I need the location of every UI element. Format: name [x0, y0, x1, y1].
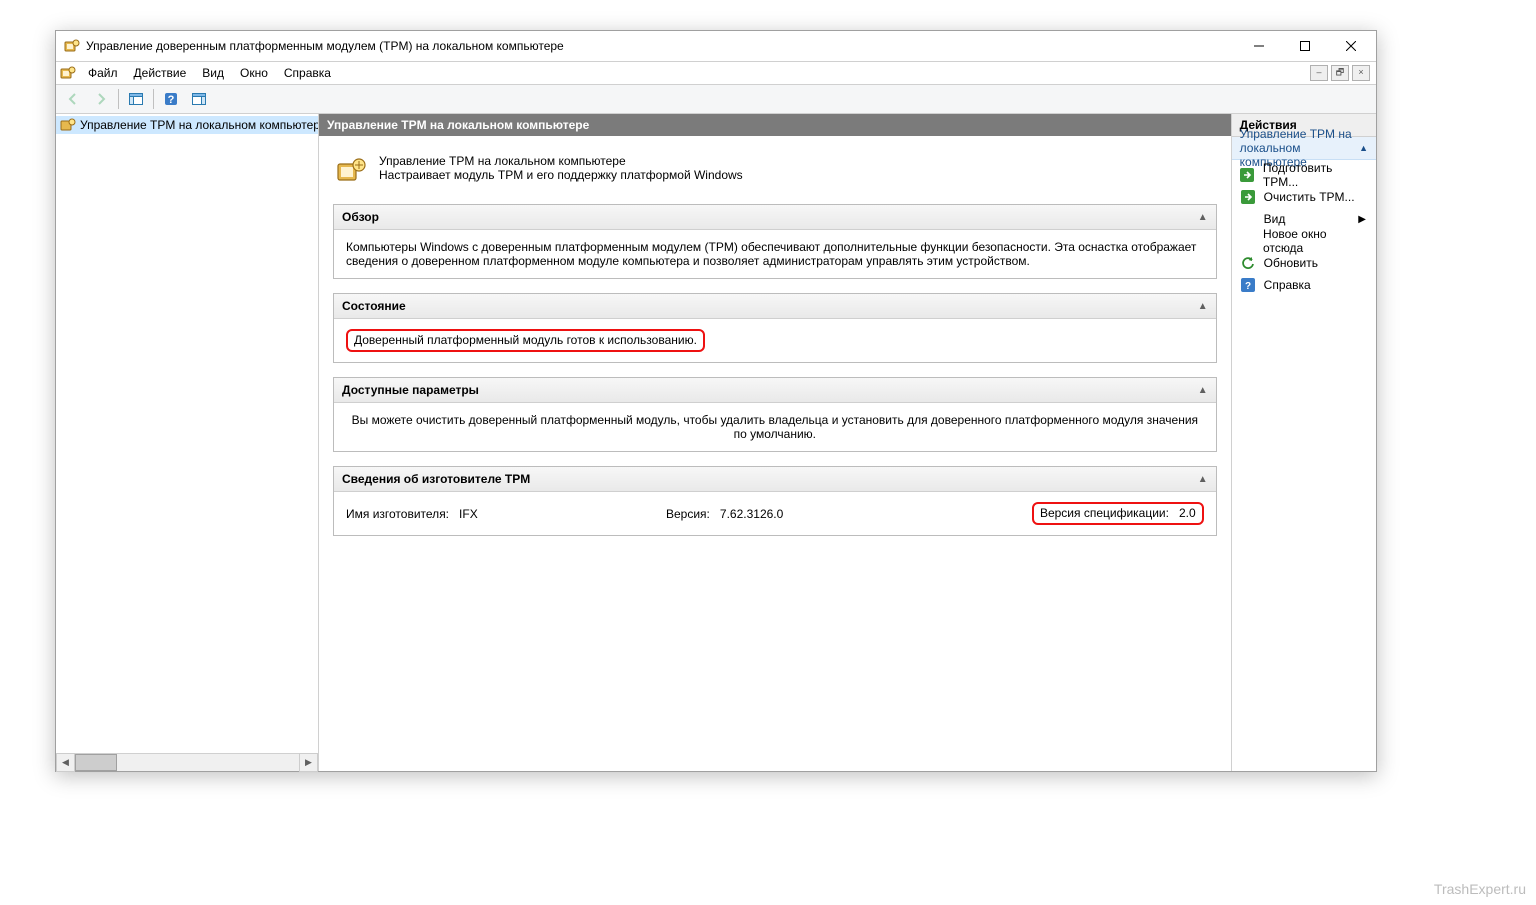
mdi-close-button[interactable]: × [1352, 65, 1370, 81]
overview-text: Компьютеры Windows с доверенным платформ… [346, 240, 1196, 268]
chevron-up-icon: ▲ [1359, 143, 1368, 153]
scroll-right-button[interactable]: ▶ [299, 753, 318, 772]
action-label: Новое окно отсюда [1263, 227, 1366, 255]
result-pane-header: Управление TPM на локальном компьютере [319, 114, 1231, 136]
show-hide-actions-button[interactable] [186, 86, 212, 112]
tpm-node-icon [60, 117, 76, 133]
section-overview-header[interactable]: Обзор ▲ [334, 205, 1216, 230]
section-status-header[interactable]: Состояние ▲ [334, 294, 1216, 319]
manufacturer-name-value: IFX [459, 507, 478, 521]
action-label: Обновить [1264, 256, 1318, 270]
title-bar: Управление доверенным платформенным моду… [56, 31, 1376, 62]
mmc-window: Управление доверенным платформенным моду… [55, 30, 1377, 772]
window-title: Управление доверенным платформенным моду… [86, 39, 564, 53]
mdi-minimize-button[interactable]: – [1310, 65, 1328, 81]
toolbar: ? [56, 85, 1376, 114]
section-status-title: Состояние [342, 299, 406, 313]
menu-bar: Файл Действие Вид Окно Справка – 🗗 × [56, 62, 1376, 85]
collapse-icon: ▲ [1198, 212, 1208, 223]
arrow-right-green-icon [1240, 189, 1256, 205]
scope-tree: Управление TPM на локальном компьютере [56, 114, 318, 753]
section-manufacturer-title: Сведения об изготовителе TPM [342, 472, 530, 486]
manufacturer-name-label: Имя изготовителя: [346, 507, 449, 521]
section-params-title: Доступные параметры [342, 383, 479, 397]
manufacturer-version: Версия: 7.62.3126.0 [666, 507, 966, 521]
section-manufacturer: Сведения об изготовителе TPM ▲ Имя изгот… [333, 466, 1217, 536]
watermark-text: TrashExpert.ru [1434, 881, 1526, 897]
actions-context-header[interactable]: Управление TPM на локальном компьютере ▲ [1232, 137, 1376, 160]
action-label: Подготовить TPM... [1263, 161, 1366, 189]
actions-pane: Действия Управление TPM на локальном ком… [1232, 114, 1376, 771]
window-minimize-button[interactable] [1236, 31, 1282, 61]
mdi-restore-button[interactable]: 🗗 [1331, 65, 1349, 81]
tree-node-label: Управление TPM на локальном компьютере [80, 118, 318, 132]
section-manufacturer-header[interactable]: Сведения об изготовителе TPM ▲ [334, 467, 1216, 492]
svg-text:?: ? [168, 94, 175, 106]
arrow-right-green-icon [1240, 167, 1255, 183]
svg-text:?: ? [1245, 281, 1251, 292]
action-clear-tpm[interactable]: Очистить TPM... [1232, 186, 1376, 208]
action-label: Очистить TPM... [1264, 190, 1355, 204]
collapse-icon: ▲ [1198, 385, 1208, 396]
refresh-icon [1240, 255, 1256, 271]
manufacturer-version-value: 7.62.3126.0 [720, 507, 783, 521]
scroll-left-button[interactable]: ◀ [56, 753, 75, 772]
intro-block: Управление TPM на локальном компьютере Н… [333, 148, 1217, 204]
toolbar-separator [118, 89, 119, 109]
section-status: Состояние ▲ Доверенный платформенный мод… [333, 293, 1217, 363]
mmc-body: Управление TPM на локальном компьютере ◀… [56, 114, 1376, 771]
action-label: Справка [1264, 278, 1311, 292]
help-button[interactable]: ? [158, 86, 184, 112]
blank-icon [1240, 233, 1255, 249]
action-prepare-tpm[interactable]: Подготовить TPM... [1232, 164, 1376, 186]
section-params: Доступные параметры ▲ Вы можете очистить… [333, 377, 1217, 452]
back-button[interactable] [60, 86, 86, 112]
show-hide-tree-button[interactable] [123, 86, 149, 112]
tpm-app-icon [64, 38, 80, 54]
tpm-large-icon [335, 154, 367, 186]
window-close-button[interactable] [1328, 31, 1374, 61]
menu-view[interactable]: Вид [194, 60, 232, 86]
intro-description: Настраивает модуль TPM и его поддержку п… [379, 168, 743, 182]
menu-help[interactable]: Справка [276, 60, 339, 86]
scrollbar-track[interactable] [75, 754, 299, 771]
manufacturer-name: Имя изготовителя: IFX [346, 507, 666, 521]
spec-version-value: 2.0 [1179, 506, 1196, 520]
tree-node-tpm-root[interactable]: Управление TPM на локальном компьютере [56, 116, 318, 134]
spec-version: Версия спецификации: 2.0 [1032, 502, 1204, 525]
action-label: Вид [1264, 212, 1286, 226]
menu-action[interactable]: Действие [126, 60, 195, 86]
chevron-right-icon: ▶ [1358, 214, 1366, 225]
section-overview: Обзор ▲ Компьютеры Windows с доверенным … [333, 204, 1217, 279]
action-new-window[interactable]: Новое окно отсюда [1232, 230, 1376, 252]
action-refresh[interactable]: Обновить [1232, 252, 1376, 274]
blank-icon [1240, 211, 1256, 227]
tpm-app-icon [60, 65, 76, 81]
collapse-icon: ▲ [1198, 474, 1208, 485]
scope-pane: Управление TPM на локальном компьютере ◀… [56, 114, 319, 771]
action-help[interactable]: ? Справка [1232, 274, 1376, 296]
forward-button[interactable] [88, 86, 114, 112]
status-text: Доверенный платформенный модуль готов к … [346, 329, 705, 352]
spec-version-label: Версия спецификации: [1040, 506, 1169, 520]
result-pane: Управление TPM на локальном компьютере У… [319, 114, 1232, 771]
result-pane-body: Управление TPM на локальном компьютере Н… [319, 136, 1231, 771]
actions-list: Подготовить TPM... Очистить TPM... Вид ▶ [1232, 160, 1376, 300]
help-icon: ? [1240, 277, 1256, 293]
collapse-icon: ▲ [1198, 301, 1208, 312]
scrollbar-thumb[interactable] [75, 754, 117, 771]
menu-window[interactable]: Окно [232, 60, 276, 86]
section-overview-title: Обзор [342, 210, 379, 224]
intro-title: Управление TPM на локальном компьютере [379, 154, 743, 168]
menu-file[interactable]: Файл [80, 60, 126, 86]
window-maximize-button[interactable] [1282, 31, 1328, 61]
toolbar-separator [153, 89, 154, 109]
horizontal-scrollbar[interactable]: ◀ ▶ [56, 753, 318, 771]
manufacturer-version-label: Версия: [666, 507, 710, 521]
section-params-header[interactable]: Доступные параметры ▲ [334, 378, 1216, 403]
params-text: Вы можете очистить доверенный платформен… [352, 413, 1198, 441]
